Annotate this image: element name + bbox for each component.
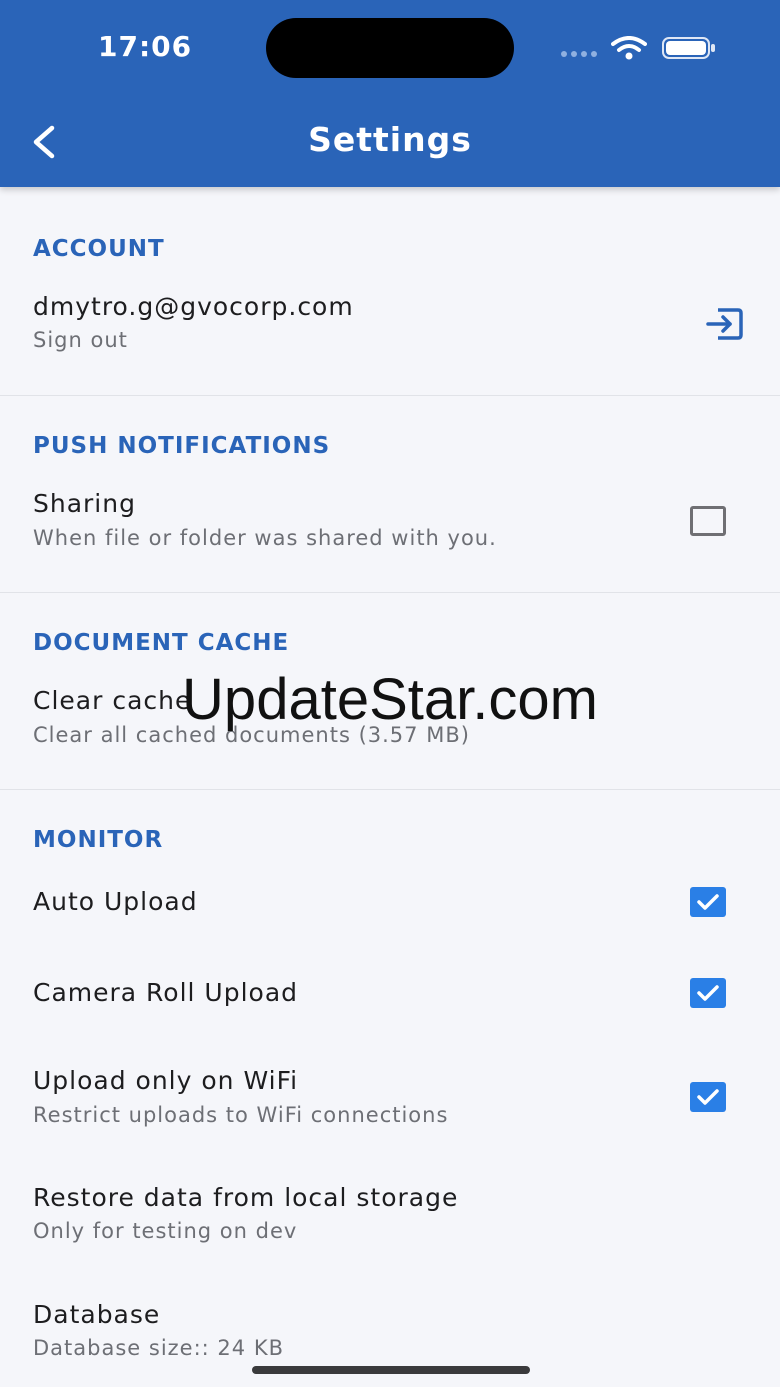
checkmark-icon	[697, 1089, 719, 1105]
auto-upload-title: Auto Upload	[33, 887, 198, 916]
sign-out-icon[interactable]	[704, 306, 744, 342]
wifi-only-checkbox[interactable]	[690, 1082, 726, 1112]
sharing-subtitle: When file or folder was shared with you.	[33, 526, 497, 550]
watermark: UpdateStar.com	[182, 667, 598, 732]
account-row[interactable]: dmytro.g@gvocorp.com Sign out	[0, 280, 780, 380]
sharing-row[interactable]: Sharing When file or folder was shared w…	[0, 478, 780, 568]
divider	[0, 592, 780, 593]
sharing-title: Sharing	[33, 489, 136, 518]
cellular-signal-icon	[561, 51, 597, 57]
camera-roll-upload-title: Camera Roll Upload	[33, 978, 299, 1007]
section-header-monitor: MONITOR	[33, 827, 164, 853]
account-email: dmytro.g@gvocorp.com	[33, 292, 354, 321]
wifi-only-title: Upload only on WiFi	[33, 1066, 299, 1095]
auto-upload-row[interactable]: Auto Upload	[0, 875, 780, 935]
home-indicator	[252, 1366, 530, 1374]
database-row[interactable]: Database Database size:: 24 KB	[0, 1288, 780, 1368]
divider	[0, 395, 780, 396]
restore-data-title: Restore data from local storage	[33, 1183, 459, 1212]
auto-upload-checkbox[interactable]	[690, 887, 726, 917]
section-header-account: ACCOUNT	[33, 236, 165, 262]
status-time: 17:06	[98, 30, 193, 63]
wifi-only-subtitle: Restrict uploads to WiFi connections	[33, 1103, 449, 1127]
restore-data-subtitle: Only for testing on dev	[33, 1219, 298, 1243]
divider	[0, 789, 780, 790]
wifi-icon	[611, 36, 647, 60]
section-header-document-cache: DOCUMENT CACHE	[33, 630, 290, 656]
database-title: Database	[33, 1300, 161, 1329]
page-title: Settings	[308, 120, 472, 159]
dynamic-island	[266, 18, 514, 78]
database-subtitle: Database size:: 24 KB	[33, 1336, 284, 1360]
restore-data-row[interactable]: Restore data from local storage Only for…	[0, 1171, 780, 1251]
sharing-checkbox[interactable]	[690, 506, 726, 536]
wifi-only-row[interactable]: Upload only on WiFi Restrict uploads to …	[0, 1054, 780, 1134]
battery-icon	[662, 37, 715, 59]
app-bar: 17:06 Settings	[0, 0, 780, 187]
checkmark-icon	[697, 894, 719, 910]
camera-roll-upload-checkbox[interactable]	[690, 978, 726, 1008]
checkmark-icon	[697, 985, 719, 1001]
camera-roll-upload-row[interactable]: Camera Roll Upload	[0, 966, 780, 1026]
sign-out-label: Sign out	[33, 328, 128, 352]
section-header-push-notifications: PUSH NOTIFICATIONS	[33, 433, 331, 459]
